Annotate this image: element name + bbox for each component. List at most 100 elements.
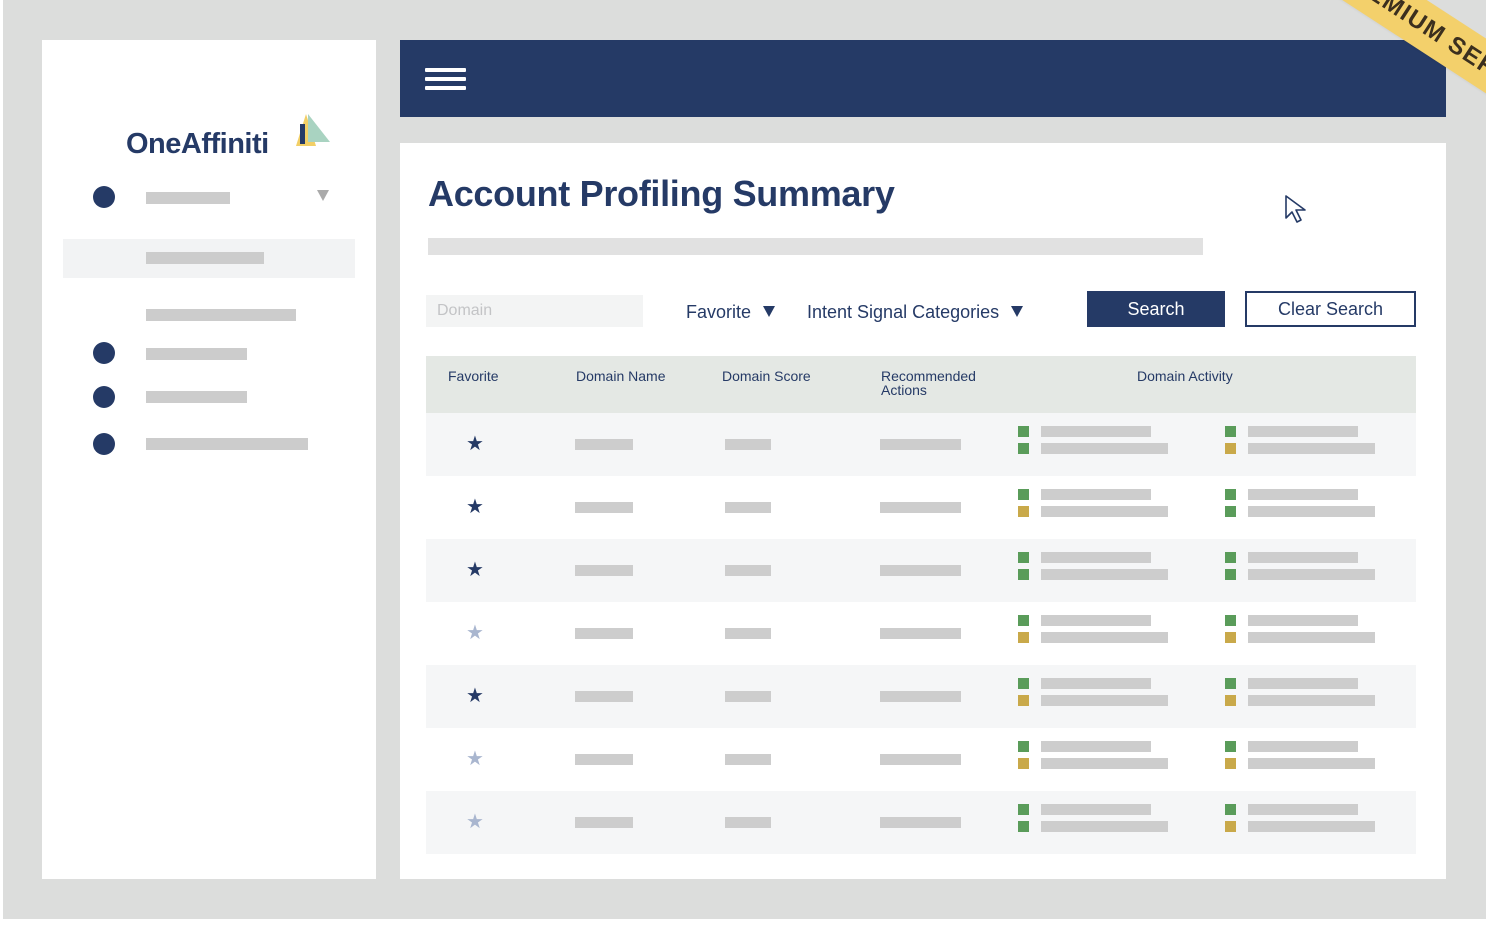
domain-score-placeholder	[725, 817, 771, 828]
column-recommended-actions[interactable]: Recommended Actions	[881, 369, 991, 397]
star-outline-icon[interactable]: ★	[466, 812, 484, 832]
domain-name-placeholder	[575, 628, 633, 639]
activity-indicator	[1018, 489, 1029, 500]
intent-signal-dropdown[interactable]: Intent Signal Categories	[807, 300, 1024, 324]
table-row[interactable]: ★	[426, 791, 1416, 854]
activity-indicator	[1225, 615, 1236, 626]
activity-indicator	[1018, 695, 1029, 706]
activity-indicator	[1018, 804, 1029, 815]
column-favorite[interactable]: Favorite	[448, 369, 568, 383]
nav-item-1-icon[interactable]	[93, 186, 115, 208]
main-content: Account Profiling Summary Favorite Inten…	[400, 143, 1446, 879]
table-row[interactable]: ★	[426, 665, 1416, 728]
page-title: Account Profiling Summary	[428, 173, 895, 214]
activity-label-placeholder	[1248, 489, 1358, 500]
activity-indicator	[1225, 695, 1236, 706]
star-filled-icon[interactable]: ★	[466, 434, 484, 454]
chevron-down-icon[interactable]	[317, 190, 329, 201]
activity-indicator	[1225, 506, 1236, 517]
activity-label-placeholder	[1248, 804, 1358, 815]
activity-label-placeholder	[1041, 443, 1168, 454]
activity-label-placeholder	[1248, 678, 1358, 689]
star-filled-icon[interactable]: ★	[466, 686, 484, 706]
domain-score-placeholder	[725, 502, 771, 513]
star-outline-icon[interactable]: ★	[466, 749, 484, 769]
activity-label-placeholder	[1248, 569, 1375, 580]
brand-mark-icon	[296, 114, 330, 146]
column-domain-score[interactable]: Domain Score	[722, 369, 842, 383]
page-description-placeholder	[428, 238, 1203, 255]
activity-label-placeholder	[1041, 821, 1168, 832]
activity-label-placeholder	[1248, 695, 1375, 706]
domain-score-placeholder	[725, 691, 771, 702]
activity-indicator	[1018, 632, 1029, 643]
hamburger-menu-icon[interactable]	[425, 68, 466, 90]
nav-subitem-1-label	[146, 252, 264, 264]
star-outline-icon[interactable]: ★	[466, 623, 484, 643]
table-row[interactable]: ★	[426, 539, 1416, 602]
activity-indicator	[1225, 632, 1236, 643]
activity-indicator	[1018, 569, 1029, 580]
domain-name-placeholder	[575, 691, 633, 702]
activity-label-placeholder	[1041, 804, 1151, 815]
activity-indicator	[1018, 741, 1029, 752]
activity-indicator	[1225, 443, 1236, 454]
activity-indicator	[1225, 552, 1236, 563]
intent-signal-label: Intent Signal Categories	[807, 302, 1000, 322]
domain-score-placeholder	[725, 439, 771, 450]
activity-label-placeholder	[1248, 615, 1358, 626]
activity-indicator	[1018, 552, 1029, 563]
favorite-filter-dropdown[interactable]: Favorite	[686, 300, 776, 324]
nav-item-2-icon[interactable]	[93, 342, 115, 364]
activity-label-placeholder	[1041, 569, 1168, 580]
domain-score-placeholder	[725, 628, 771, 639]
activity-label-placeholder	[1248, 758, 1375, 769]
activity-label-placeholder	[1041, 552, 1151, 563]
activity-label-placeholder	[1248, 506, 1375, 517]
search-button[interactable]: Search	[1087, 291, 1225, 327]
nav-item-2-label[interactable]	[146, 348, 247, 360]
nav-item-4-icon[interactable]	[93, 433, 115, 455]
table-row[interactable]: ★	[426, 476, 1416, 539]
activity-label-placeholder	[1248, 426, 1358, 437]
nav-item-1-label[interactable]	[146, 192, 230, 204]
account-table: Favorite Domain Name Domain Score Recomm…	[426, 356, 1416, 859]
domain-score-placeholder	[725, 754, 771, 765]
activity-indicator	[1225, 741, 1236, 752]
column-domain-name[interactable]: Domain Name	[576, 369, 696, 383]
nav-item-4-label[interactable]	[146, 438, 308, 450]
activity-indicator	[1018, 678, 1029, 689]
top-bar	[400, 40, 1446, 117]
activity-label-placeholder	[1248, 632, 1375, 643]
recommended-actions-placeholder	[880, 628, 961, 639]
activity-label-placeholder	[1041, 678, 1151, 689]
domain-name-placeholder	[575, 502, 633, 513]
activity-indicator	[1018, 758, 1029, 769]
recommended-actions-placeholder	[880, 439, 961, 450]
activity-label-placeholder	[1041, 426, 1151, 437]
table-row[interactable]: ★	[426, 728, 1416, 791]
star-filled-icon[interactable]: ★	[466, 560, 484, 580]
recommended-actions-placeholder	[880, 502, 961, 513]
clear-search-button[interactable]: Clear Search	[1245, 291, 1416, 327]
nav-subitem-active[interactable]	[63, 239, 355, 278]
domain-name-placeholder	[575, 565, 633, 576]
table-row[interactable]: ★	[426, 602, 1416, 665]
domain-search-input[interactable]	[426, 295, 643, 327]
table-row[interactable]: ★	[426, 413, 1416, 476]
activity-indicator	[1018, 443, 1029, 454]
table-header: Favorite Domain Name Domain Score Recomm…	[426, 356, 1416, 413]
column-domain-activity[interactable]: Domain Activity	[1137, 369, 1297, 383]
activity-label-placeholder	[1041, 632, 1168, 643]
sidebar: OneAffiniti	[42, 40, 376, 879]
activity-label-placeholder	[1248, 741, 1358, 752]
star-filled-icon[interactable]: ★	[466, 497, 484, 517]
nav-item-3-icon[interactable]	[93, 386, 115, 408]
nav-subitem-2-label[interactable]	[146, 309, 296, 321]
domain-name-placeholder	[575, 439, 633, 450]
activity-label-placeholder	[1248, 443, 1375, 454]
recommended-actions-placeholder	[880, 754, 961, 765]
activity-indicator	[1225, 804, 1236, 815]
brand-logo[interactable]: OneAffiniti	[126, 112, 346, 172]
nav-item-3-label[interactable]	[146, 391, 247, 403]
